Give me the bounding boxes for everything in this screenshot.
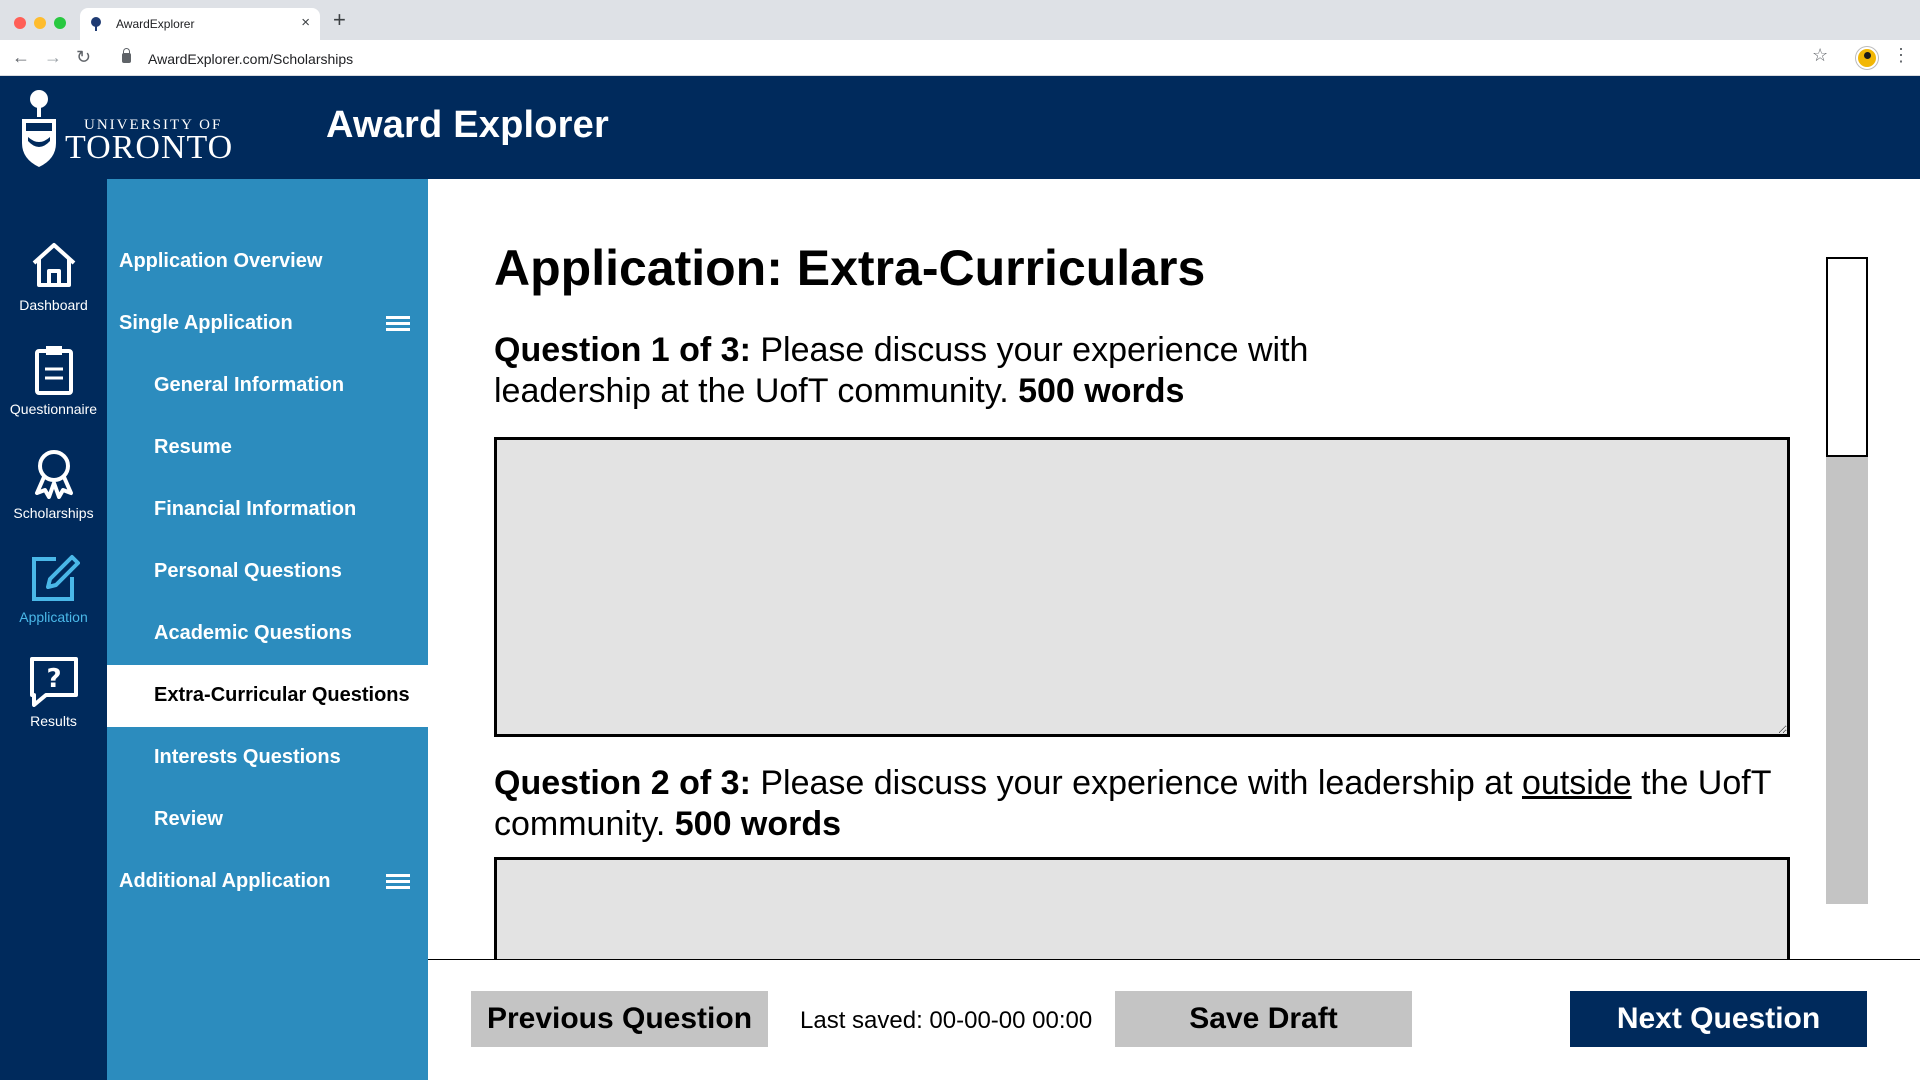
profile-avatar[interactable] [1856,47,1878,69]
browser-tab[interactable]: AwardExplorer × [80,8,320,40]
footer-action-bar: Previous Question Last saved: 00-00-00 0… [428,959,1920,1080]
rail-item-results[interactable]: ? Results [0,655,107,750]
question-text: Please discuss your experience with lead… [750,764,1522,802]
application-sidebar: Application Overview Single Application … [107,179,428,1080]
sidebar-item-label: Academic Questions [154,622,352,644]
rail-label: Results [30,713,77,729]
browser-menu-icon[interactable]: ⋮ [1892,45,1910,66]
question-1: Question 1 of 3: Please discuss your exp… [494,330,1354,412]
question-number: Question 1 of 3: [494,331,751,369]
question-chat-icon: ? [29,657,78,707]
sidebar-item-label: Extra-Curricular Questions [154,684,410,706]
scrollbar-thumb[interactable] [1826,257,1868,457]
rail-item-scholarships[interactable]: Scholarships [0,447,107,542]
previous-question-button[interactable]: Previous Question [471,991,768,1047]
main-content: Application: Extra-Curriculars Question … [428,179,1920,959]
forward-arrow-icon[interactable]: → [44,46,62,68]
close-window-button[interactable] [14,17,26,29]
rail-item-application[interactable]: Application [0,551,107,646]
bookmark-star-icon[interactable]: ☆ [1812,45,1828,66]
sidebar-item-resume[interactable]: Resume [107,417,428,479]
sidebar-item-extra-curricular-questions[interactable]: Extra-Curricular Questions [107,665,428,727]
award-ribbon-icon [34,450,73,499]
clipboard-icon [34,346,73,395]
back-arrow-icon[interactable]: ← [12,46,30,68]
sidebar-item-single-application[interactable]: Single Application [107,293,428,355]
word-limit: 500 words [1018,372,1185,410]
sidebar-item-label: General Information [154,374,345,396]
sidebar-item-label: Additional Application [119,870,331,892]
icon-rail: Dashboard Questionnaire Scholarships App… [0,179,107,1080]
rail-label: Application [19,609,88,625]
tab-title: AwardExplorer [116,17,195,31]
sidebar-item-academic-questions[interactable]: Academic Questions [107,603,428,665]
svg-text:?: ? [46,664,61,694]
lock-icon [122,48,131,63]
sidebar-item-label: Application Overview [119,250,323,272]
answer-textarea-1[interactable] [494,437,1790,737]
word-limit: 500 words [674,805,842,843]
next-question-button[interactable]: Next Question [1570,991,1867,1047]
sidebar-item-label: Single Application [119,312,293,334]
maximize-window-button[interactable] [54,17,66,29]
question-number: Question 2 of 3: [494,764,751,802]
sidebar-item-general-information[interactable]: General Information [107,355,428,417]
tree-favicon-icon [91,17,101,31]
crest-icon [22,90,56,167]
app-title: Award Explorer [326,104,609,146]
browser-tabstrip: AwardExplorer × + [0,0,1920,40]
new-tab-button[interactable]: + [333,9,346,31]
sidebar-item-label: Financial Information [154,498,357,520]
edit-pencil-icon [31,555,80,601]
last-saved-status: Last saved: 00-00-00 00:00 [800,1007,1093,1034]
save-draft-button[interactable]: Save Draft [1115,991,1412,1047]
url-text[interactable]: AwardExplorer.com/Scholarships [148,51,353,67]
reload-icon[interactable]: ↻ [76,46,91,68]
rail-label: Questionnaire [9,401,98,417]
page-title: Application: Extra-Curriculars [494,240,1206,296]
sidebar-item-label: Resume [154,436,232,458]
sidebar-item-application-overview[interactable]: Application Overview [107,231,428,293]
address-bar[interactable]: AwardExplorer.com/Scholarships [110,44,1820,72]
logo-text-toronto: TORONTO [65,129,234,166]
hamburger-menu-icon[interactable] [386,874,410,890]
rail-label: Scholarships [13,505,94,521]
rail-item-dashboard[interactable]: Dashboard [0,239,107,334]
question-emphasis: outside [1522,764,1632,802]
minimize-window-button[interactable] [34,17,46,29]
university-logo[interactable]: UNIVERSITY OF TORONTO [18,85,258,171]
sidebar-item-label: Review [154,808,223,830]
sidebar-item-personal-questions[interactable]: Personal Questions [107,541,428,603]
sidebar-item-interests-questions[interactable]: Interests Questions [107,727,428,789]
hamburger-menu-icon[interactable] [386,316,410,332]
browser-toolbar: ← → ↻ AwardExplorer.com/Scholarships ☆ ⋮ [0,40,1920,76]
rail-label: Dashboard [19,297,88,313]
question-2: Question 2 of 3: Please discuss your exp… [494,763,1824,845]
sidebar-item-label: Personal Questions [154,560,342,582]
sidebar-item-label: Interests Questions [154,746,341,768]
tab-close-icon[interactable]: × [301,14,310,31]
sidebar-item-additional-application[interactable]: Additional Application [107,851,428,913]
rail-item-questionnaire[interactable]: Questionnaire [0,343,107,438]
app-header: UNIVERSITY OF TORONTO Award Explorer [0,76,1920,179]
sidebar-item-review[interactable]: Review [107,789,428,851]
home-icon [32,243,75,287]
answer-textarea-2[interactable] [494,857,1790,959]
sidebar-item-financial-information[interactable]: Financial Information [107,479,428,541]
